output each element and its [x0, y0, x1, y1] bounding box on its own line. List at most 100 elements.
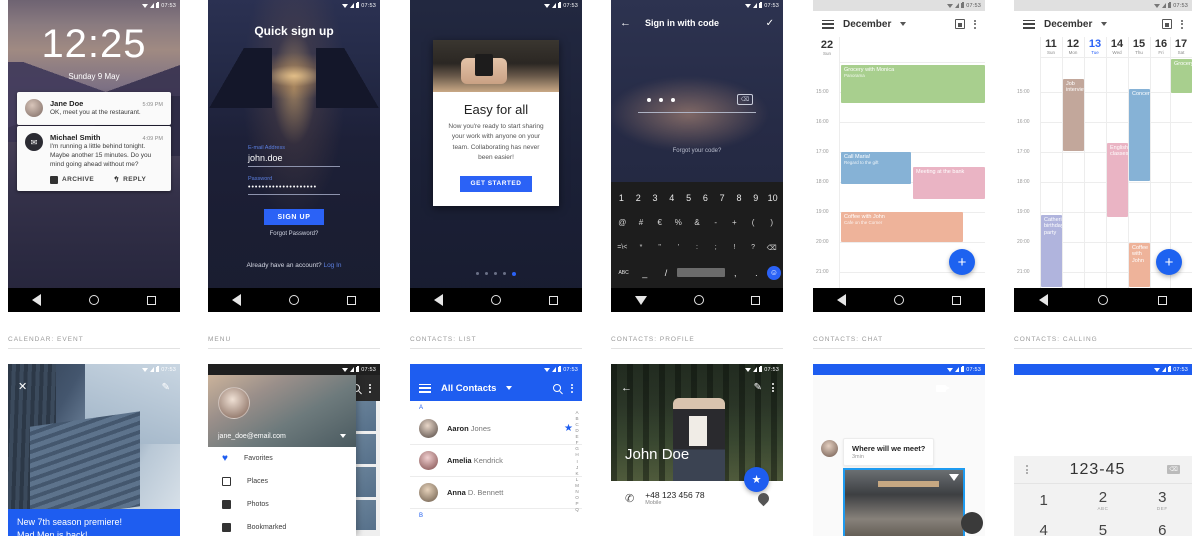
- contact-row[interactable]: Amelia Kendrick: [410, 445, 582, 477]
- home-nav-icon[interactable]: [289, 295, 299, 305]
- hamburger-menu-icon[interactable]: [822, 19, 834, 29]
- key-3[interactable]: 3: [647, 193, 664, 203]
- calendar-event[interactable]: Grocery with Monica Panorama: [841, 65, 985, 103]
- key-comma[interactable]: ,: [725, 268, 746, 278]
- key-ampersand[interactable]: &: [688, 218, 707, 227]
- calendar-event[interactable]: Concert: [1129, 89, 1150, 181]
- key-paren-open[interactable]: (: [744, 218, 763, 227]
- email-input[interactable]: john.doe: [248, 151, 340, 166]
- calendar-event[interactable]: Catherine's birthday party: [1041, 215, 1062, 287]
- key-quote-single[interactable]: ': [669, 244, 688, 251]
- recents-nav-icon[interactable]: [549, 295, 558, 305]
- key-abc-toggle[interactable]: ABC: [613, 270, 634, 276]
- page-dot[interactable]: [476, 272, 479, 275]
- back-arrow-icon[interactable]: ←: [621, 382, 632, 394]
- signup-button[interactable]: SIGN UP: [264, 209, 324, 225]
- calendar-grid[interactable]: 22 Sun 15:00 16:00 17:00 18:00 19:00 20:…: [813, 37, 985, 288]
- chevron-down-icon[interactable]: [506, 386, 513, 390]
- star-icon[interactable]: ★: [564, 423, 573, 434]
- key-slash[interactable]: /: [655, 268, 676, 278]
- overflow-menu-icon[interactable]: [571, 383, 573, 393]
- key-minus[interactable]: -: [706, 218, 725, 227]
- page-dot[interactable]: [485, 272, 488, 275]
- key-exclamation[interactable]: !: [725, 244, 744, 251]
- phone-row[interactable]: ✆ +48 123 456 78 Mobile: [611, 490, 783, 506]
- drawer-item-photos[interactable]: Photos: [208, 493, 356, 516]
- backspace-icon[interactable]: ⌫: [1167, 465, 1180, 474]
- emoji-key-icon[interactable]: ☺: [767, 265, 782, 280]
- search-icon[interactable]: [553, 384, 561, 392]
- contact-row[interactable]: Anna D. Bennett: [410, 477, 582, 509]
- key-8[interactable]: 8: [731, 193, 748, 203]
- calendar-event[interactable]: English classes: [1107, 143, 1128, 217]
- key-7[interactable]: 7: [714, 193, 731, 203]
- calendar-event[interactable]: Coffee with John Cafe on the Corner: [841, 212, 963, 242]
- password-input[interactable]: ••••••••••••••••••••: [248, 182, 340, 194]
- dial-key-4[interactable]: 4 GHI: [1014, 517, 1073, 536]
- key-percent[interactable]: %: [669, 218, 688, 227]
- play-icon[interactable]: [949, 474, 959, 481]
- get-started-button[interactable]: GET STARTED: [460, 175, 532, 192]
- overflow-menu-icon[interactable]: [369, 383, 371, 393]
- overflow-menu-icon[interactable]: [1181, 19, 1183, 29]
- forgot-code-link[interactable]: Forgot your code?: [611, 148, 783, 154]
- key-4[interactable]: 4: [663, 193, 680, 203]
- confirm-check-icon[interactable]: ✓: [766, 18, 774, 29]
- key-period[interactable]: .: [746, 268, 767, 278]
- backspace-key-icon[interactable]: ⌫: [762, 244, 781, 252]
- calendar-icon[interactable]: [1162, 19, 1172, 29]
- overflow-menu-icon[interactable]: [974, 19, 976, 29]
- chevron-down-icon[interactable]: [1101, 22, 1108, 26]
- chat-message-bubble[interactable]: Where will we meet? 3min: [843, 438, 935, 466]
- account-email[interactable]: jane_doe@email.com: [218, 433, 286, 440]
- overflow-menu-icon[interactable]: [772, 383, 774, 392]
- alphabet-index[interactable]: A B C D E F G H I J K L M N O P Q: [575, 410, 579, 513]
- home-nav-icon[interactable]: [1098, 295, 1108, 305]
- email-field-group[interactable]: E-mail Address john.doe: [248, 145, 340, 167]
- space-key[interactable]: [676, 268, 725, 277]
- page-dot[interactable]: [503, 272, 506, 275]
- key-euro[interactable]: €: [650, 218, 669, 227]
- chevron-down-icon[interactable]: [340, 434, 346, 438]
- drawer-item-places[interactable]: Places: [208, 470, 356, 493]
- number-field[interactable]: 123-45 ⌫: [1014, 456, 1192, 484]
- back-nav-icon[interactable]: [837, 294, 846, 306]
- home-nav-icon[interactable]: [894, 295, 904, 305]
- hide-keyboard-nav-icon[interactable]: [634, 295, 647, 305]
- back-nav-icon[interactable]: [1039, 294, 1048, 306]
- notification-card[interactable]: Jane Doe 5:09 PM OK, meet you at the res…: [17, 92, 171, 125]
- drawer-item-favorites[interactable]: ♥ Favorites: [208, 447, 356, 470]
- back-nav-icon[interactable]: [232, 294, 241, 306]
- hamburger-menu-icon[interactable]: [419, 383, 431, 393]
- calendar-event[interactable]: Meeting at the bank: [913, 167, 985, 199]
- home-nav-icon[interactable]: [693, 295, 704, 305]
- dial-key-1[interactable]: 1: [1014, 484, 1073, 517]
- chat-fab[interactable]: [961, 512, 983, 534]
- reply-button[interactable]: ↰ REPLY: [112, 175, 146, 184]
- key-2[interactable]: 2: [630, 193, 647, 203]
- key-at[interactable]: @: [613, 218, 632, 227]
- chevron-down-icon[interactable]: [900, 22, 907, 26]
- dialpad[interactable]: 123-45 ⌫ 1 2 ABC 3 DEF 4 GHI 5 JKL 6 MNO: [1014, 456, 1192, 536]
- key-10[interactable]: 10: [764, 193, 781, 203]
- calendar-event[interactable]: Grocery: [1171, 59, 1192, 93]
- page-dot-active[interactable]: [512, 272, 516, 276]
- recents-nav-icon[interactable]: [750, 295, 760, 305]
- back-nav-icon[interactable]: [32, 294, 41, 306]
- recents-nav-icon[interactable]: [347, 295, 356, 305]
- dial-key-6[interactable]: 6 MNO: [1133, 517, 1192, 536]
- key-9[interactable]: 9: [747, 193, 764, 203]
- favorite-fab[interactable]: ★: [744, 467, 769, 492]
- forgot-password-link[interactable]: Forgot Password?: [208, 231, 380, 237]
- page-dot[interactable]: [494, 272, 497, 275]
- key-1[interactable]: 1: [613, 193, 630, 203]
- key-paren-close[interactable]: ): [762, 218, 781, 227]
- recents-nav-icon[interactable]: [1158, 295, 1167, 305]
- calendar-event[interactable]: Coffee with John: [1129, 243, 1150, 287]
- avatar[interactable]: [218, 387, 250, 419]
- location-pin-icon[interactable]: [755, 490, 772, 506]
- index-letter[interactable]: Q: [575, 507, 579, 513]
- recents-nav-icon[interactable]: [147, 295, 156, 305]
- recents-nav-icon[interactable]: [952, 295, 961, 305]
- key-quote-double[interactable]: ": [650, 244, 669, 251]
